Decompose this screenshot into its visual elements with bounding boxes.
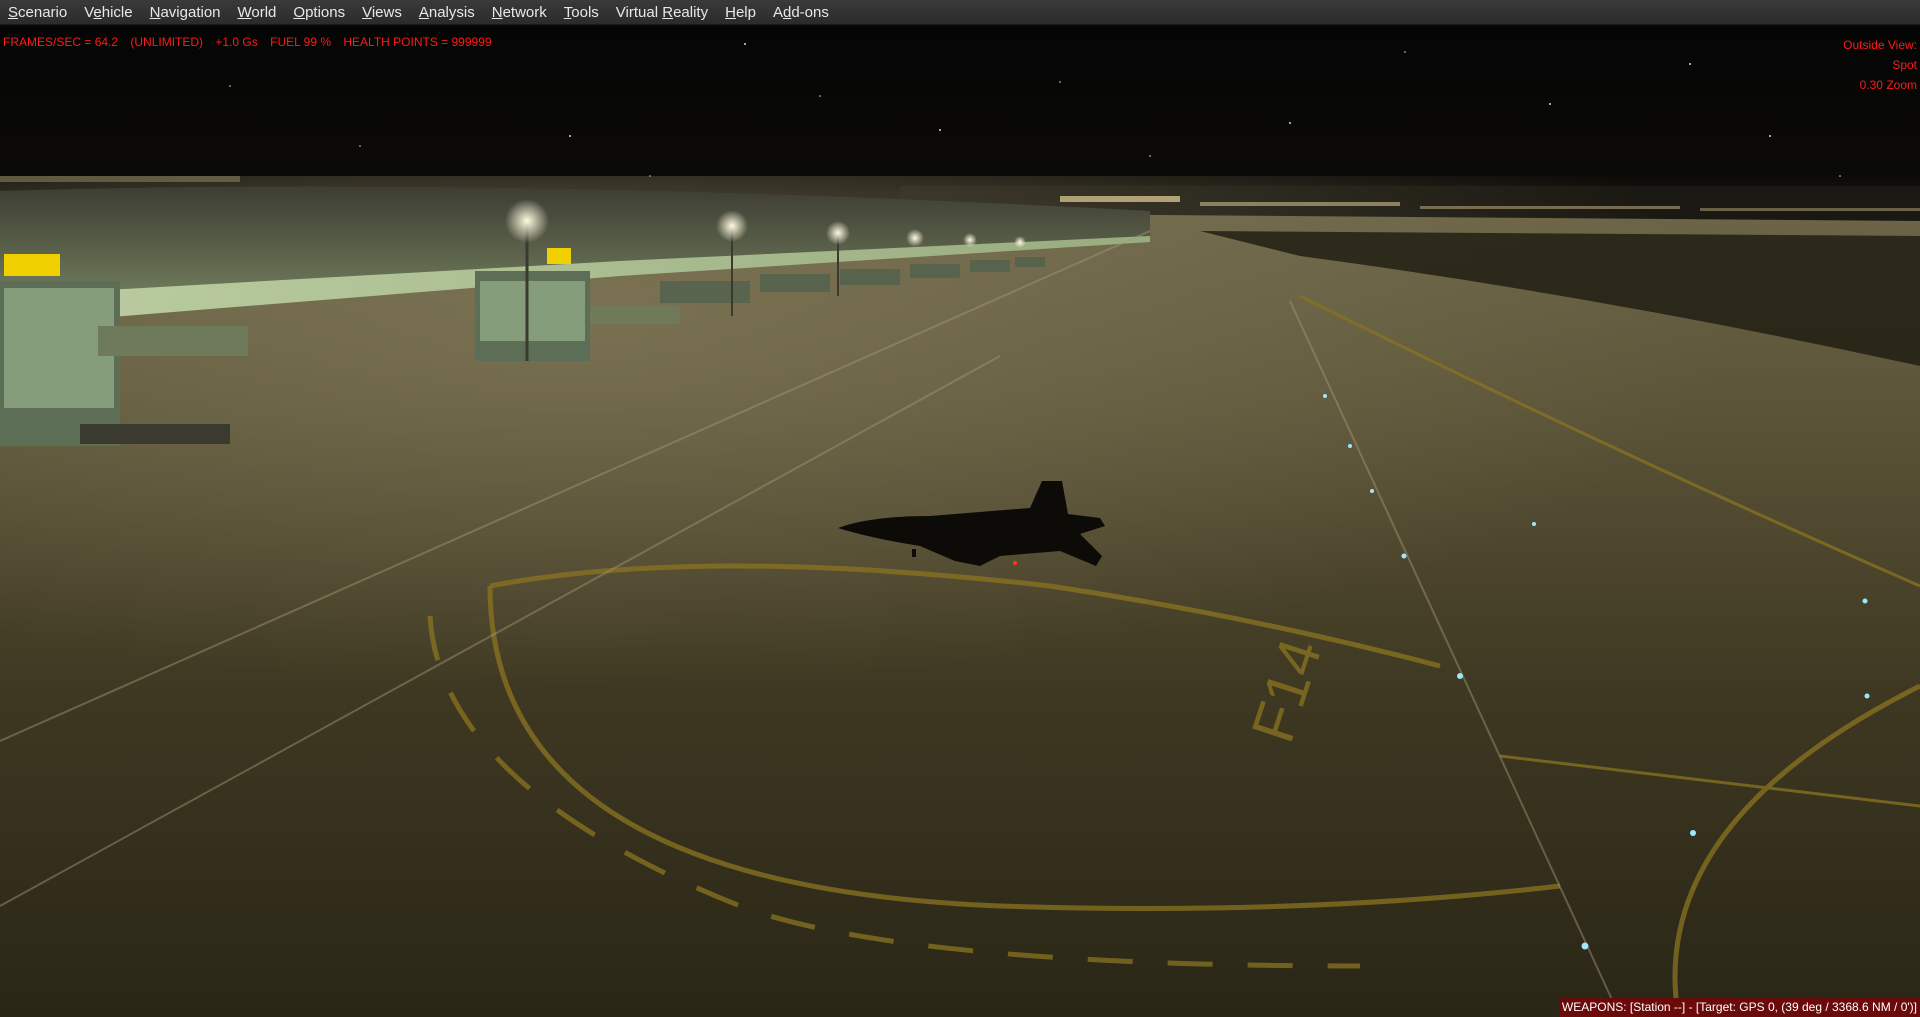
menu-help[interactable]: Help [719,0,767,25]
menu-add-ons[interactable]: Add-ons [767,0,840,25]
menu-world[interactable]: World [232,0,288,25]
g-force-readout: +1.0 Gs [215,35,258,49]
3d-viewport[interactable]: F14 [0,26,1920,1017]
menu-network[interactable]: Network [486,0,558,25]
fps-limit: (UNLIMITED) [130,35,204,49]
health-readout: HEALTH POINTS = 999999 [343,35,492,49]
menu-tools[interactable]: Tools [558,0,610,25]
view-type: Spot [1892,58,1917,72]
menu-options[interactable]: Options [287,0,356,25]
menu-views[interactable]: Views [356,0,413,25]
menu-navigation[interactable]: Navigation [144,0,232,25]
view-mode: Outside View: [1843,38,1917,52]
zoom-level: 0.30 Zoom [1859,78,1917,92]
fps-readout: FRAMES/SEC = 64.2 [3,35,119,49]
menu-virtual-reality[interactable]: Virtual Reality [610,0,719,25]
menu-vehicle[interactable]: Vehicle [78,0,143,25]
menu-bar: Scenario Vehicle Navigation World Options Vie… [0,0,1920,25]
menu-scenario[interactable]: Scenario [2,0,78,25]
weapons-status: WEAPONS: [Station --] - [Target: GPS 0, … [1558,998,1920,1017]
fuel-readout: FUEL 99 % [270,35,332,49]
menu-analysis[interactable]: Analysis [413,0,486,25]
view-info: Outside View: Spot 0.30 Zoom [1843,35,1917,95]
hud-stats: FRAMES/SEC = 64.2 (UNLIMITED) +1.0 Gs FU… [3,35,501,49]
